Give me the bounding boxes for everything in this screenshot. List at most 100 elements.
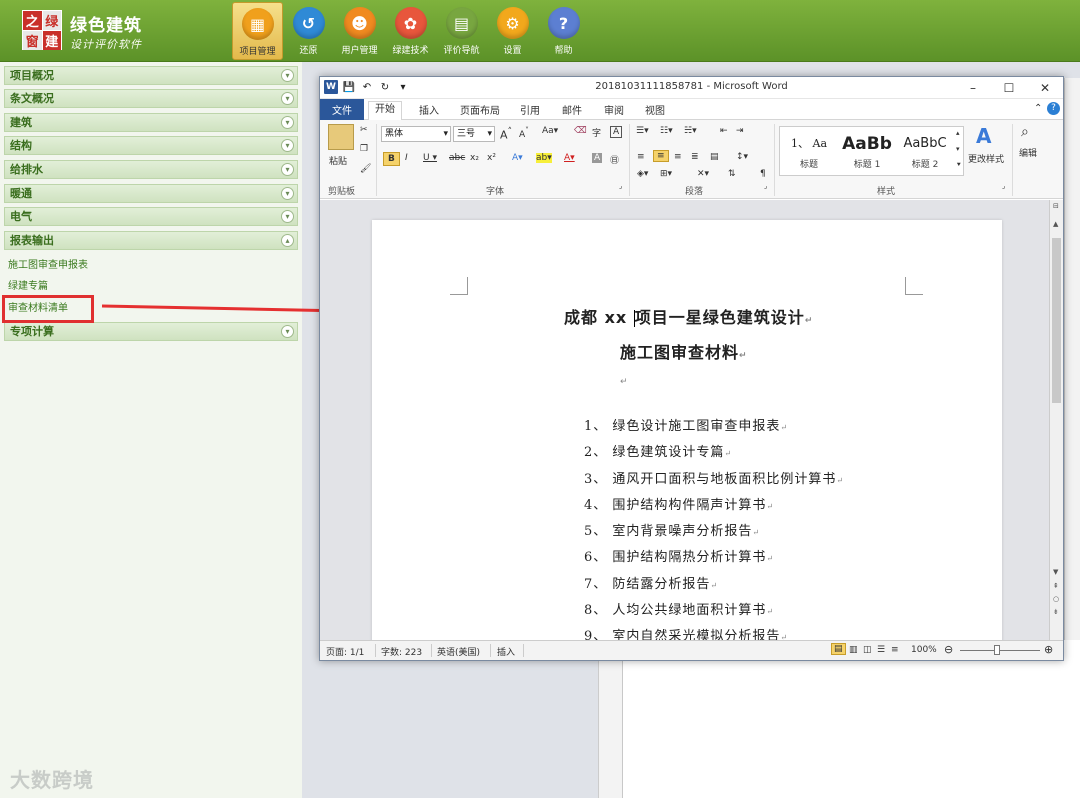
zoom-out-icon[interactable]: ⊖	[944, 643, 953, 656]
align-left-icon[interactable]: ≡	[637, 152, 645, 162]
minimize-ribbon-icon[interactable]: ⌃	[1034, 103, 1042, 114]
tab-references[interactable]: 引用	[520, 102, 540, 117]
paste-button[interactable]: 粘贴	[329, 154, 347, 167]
tab-file[interactable]: 文件	[320, 99, 364, 120]
full-screen-reading-icon[interactable]: ▥	[849, 645, 858, 655]
paragraph-dialog-launcher-icon[interactable]: ⌟	[764, 182, 767, 190]
clear-format-icon[interactable]: ⌫	[574, 126, 587, 136]
next-page-icon[interactable]: ⇟	[1053, 608, 1059, 616]
web-layout-icon[interactable]: ◫	[863, 645, 872, 655]
styles-scroll-up-icon[interactable]: ▴	[956, 129, 960, 137]
sidebar-item-green-special[interactable]: 绿建专篇	[8, 277, 48, 292]
sidebar-section-project-overview[interactable]: 项目概况 ▾	[4, 66, 298, 85]
sidebar-section-plumbing[interactable]: 给排水 ▾	[4, 160, 298, 179]
scroll-down-icon[interactable]: ▼	[1053, 568, 1058, 576]
word-count[interactable]: 字数: 223	[381, 645, 422, 658]
enclose-character-icon[interactable]: ㊐	[610, 153, 619, 166]
justify-icon[interactable]: ≣	[691, 152, 699, 162]
maximize-icon[interactable]: ☐	[991, 77, 1027, 99]
cut-icon[interactable]: ✂	[360, 125, 368, 135]
styles-more-icon[interactable]: ⯆	[956, 161, 962, 170]
change-styles-icon[interactable]: A	[976, 124, 991, 148]
help-icon[interactable]: ?	[1047, 102, 1060, 115]
style-heading[interactable]: 1、 Aa 标题	[780, 131, 838, 170]
borders-icon[interactable]: ⊞▾	[660, 169, 672, 179]
show-marks-icon[interactable]: ¶	[760, 169, 766, 179]
copy-icon[interactable]: ❐	[360, 144, 368, 154]
format-painter-icon[interactable]: 🖌	[360, 164, 371, 174]
underline-button[interactable]: U ▾	[423, 153, 437, 163]
vertical-scrollbar[interactable]: ⊟ ▲ ▼ ⇞ ○ ⇟	[1049, 200, 1063, 640]
shrink-font-icon[interactable]: A˅	[519, 126, 529, 140]
toolbar-project-button[interactable]: ▦ 项目管理	[232, 2, 283, 60]
sidebar-section-structure[interactable]: 结构 ▾	[4, 136, 298, 155]
italic-button[interactable]: I	[405, 153, 408, 163]
sidebar-section-report-output[interactable]: 报表输出 ▴	[4, 231, 298, 250]
increase-indent-icon[interactable]: ⇥	[736, 126, 744, 136]
sidebar-section-clause-overview[interactable]: 条文概况 ▾	[4, 89, 298, 108]
superscript-button[interactable]: x²	[487, 153, 496, 163]
tab-view[interactable]: 视图	[645, 102, 665, 117]
strikethrough-button[interactable]: abc	[449, 153, 465, 163]
chevron-down-icon[interactable]: ▾	[281, 116, 294, 129]
sort-icon[interactable]: ⇅	[728, 169, 736, 179]
zoom-in-icon[interactable]: ⊕	[1044, 643, 1053, 656]
page-count[interactable]: 页面: 1/1	[326, 645, 364, 658]
tab-page-layout[interactable]: 页面布局	[460, 102, 500, 117]
paste-icon[interactable]	[328, 124, 354, 150]
sidebar-section-electrical[interactable]: 电气 ▾	[4, 207, 298, 226]
line-spacing-icon[interactable]: ↕▾	[736, 152, 748, 162]
numbering-icon[interactable]: ☷▾	[660, 126, 673, 136]
phonetic-guide-icon[interactable]: 字	[592, 126, 601, 139]
zoom-slider-knob[interactable]	[994, 645, 1000, 655]
zoom-slider[interactable]	[960, 650, 1040, 651]
chevron-down-icon[interactable]: ▾	[281, 187, 294, 200]
tab-review[interactable]: 审阅	[604, 102, 624, 117]
font-size-combo[interactable]: 三号 ▾	[453, 126, 495, 142]
chevron-down-icon[interactable]: ▾	[281, 139, 294, 152]
font-dialog-launcher-icon[interactable]: ⌟	[619, 182, 622, 190]
insert-mode-indicator[interactable]: 插入	[497, 645, 515, 658]
toolbar-user-button[interactable]: ☻ 用户管理	[334, 2, 385, 60]
align-center-icon[interactable]: ≡	[653, 150, 669, 162]
chevron-down-icon[interactable]: ▾	[281, 163, 294, 176]
subscript-button[interactable]: x₂	[470, 153, 479, 163]
document-page[interactable]: 成都 xx 项目一星绿色建筑设计↵ 施工图审查材料↵ ↵ 1、 绿色设计施工图审…	[372, 220, 1002, 640]
outline-view-icon[interactable]: ☰	[877, 645, 885, 655]
zoom-level[interactable]: 100%	[911, 645, 937, 655]
draft-view-icon[interactable]: ≡	[891, 645, 899, 655]
bullets-icon[interactable]: ☰▾	[636, 126, 649, 136]
font-name-combo[interactable]: 黑体 ▾	[381, 126, 451, 142]
text-effect-icon[interactable]: A▾	[512, 153, 523, 163]
change-styles-button[interactable]: 更改样式	[968, 152, 1004, 165]
tab-mailings[interactable]: 邮件	[562, 102, 582, 117]
minimize-icon[interactable]: –	[955, 77, 991, 99]
sidebar-section-special-calc[interactable]: 专项计算 ▾	[4, 322, 298, 341]
toolbar-help-button[interactable]: ? 帮助	[538, 2, 589, 60]
style-heading-1[interactable]: AaBb 标题 1	[838, 131, 896, 170]
align-right-icon[interactable]: ≡	[674, 152, 682, 162]
chevron-up-icon[interactable]: ▴	[281, 234, 294, 247]
toolbar-restore-button[interactable]: ↺ 还原	[283, 2, 334, 60]
change-case-icon[interactable]: Aa▾	[542, 126, 558, 136]
language-indicator[interactable]: 英语(美国)	[437, 645, 480, 658]
bold-button[interactable]: B	[383, 152, 400, 166]
shading-icon[interactable]: ◈▾	[637, 169, 648, 179]
character-shading-icon[interactable]: A	[592, 153, 603, 163]
highlight-color-icon[interactable]: ab▾	[536, 153, 552, 163]
styles-scroll-down-icon[interactable]: ▾	[956, 145, 960, 153]
toolbar-tech-button[interactable]: ✿ 绿建技术	[385, 2, 436, 60]
styles-dialog-launcher-icon[interactable]: ⌟	[1002, 182, 1005, 190]
sidebar-section-architecture[interactable]: 建筑 ▾	[4, 113, 298, 132]
chevron-down-icon[interactable]: ▾	[281, 210, 294, 223]
decrease-indent-icon[interactable]: ⇤	[720, 126, 728, 136]
multilevel-list-icon[interactable]: ☵▾	[684, 126, 697, 136]
sidebar-section-hvac[interactable]: 暖通 ▾	[4, 184, 298, 203]
style-heading-2[interactable]: AaBbC 标题 2	[896, 131, 954, 170]
toolbar-settings-button[interactable]: ⚙ 设置	[487, 2, 538, 60]
character-border-icon[interactable]: A	[610, 126, 623, 138]
tab-insert[interactable]: 插入	[419, 102, 439, 117]
chevron-down-icon[interactable]: ▾	[281, 69, 294, 82]
sidebar-item-review-application[interactable]: 施工图审查申报表	[8, 256, 88, 271]
chevron-down-icon[interactable]: ▾	[281, 92, 294, 105]
